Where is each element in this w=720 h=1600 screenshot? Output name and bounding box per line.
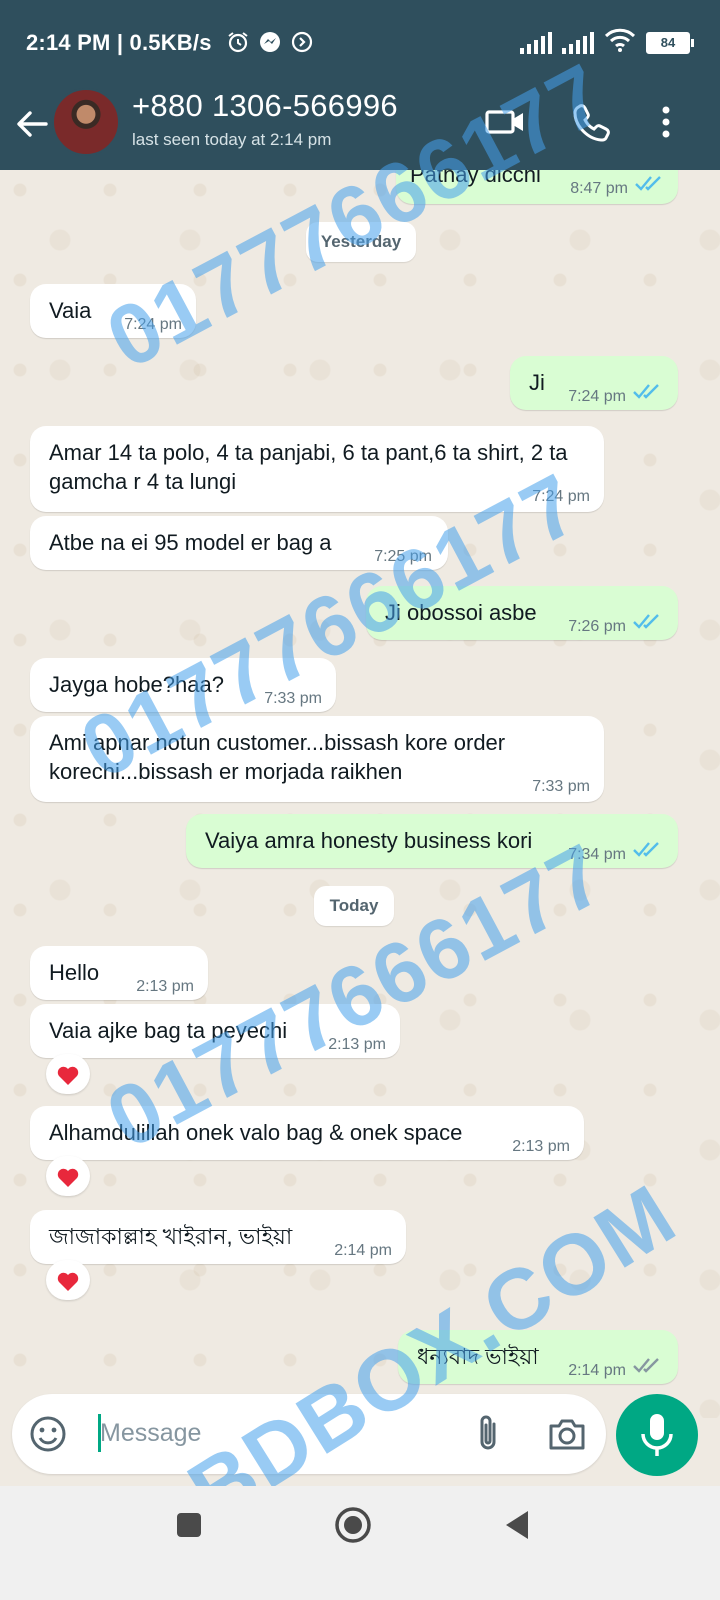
double-check-icon [633, 614, 659, 629]
message-time: 7:34 pm [568, 846, 626, 863]
message-time: 2:14 pm [568, 1362, 626, 1379]
message-input-bar[interactable]: Message [12, 1394, 606, 1474]
heart-reaction[interactable] [46, 1156, 90, 1196]
message-text: Ami apnar notun customer...bissash kore … [49, 730, 506, 784]
message-bubble-incoming[interactable]: Hello 2:13 pm [30, 946, 208, 1000]
message-text: জাজাকাল্লাহ খাইরান, ভাইয়া [49, 1224, 293, 1249]
message-bubble-incoming[interactable]: Amar 14 ta polo, 4 ta panjabi, 6 ta pant… [30, 426, 604, 512]
date-separator-today: Today [314, 886, 394, 926]
camera-icon[interactable] [546, 1414, 588, 1459]
message-text: Jayga hobe?haa? [49, 672, 224, 697]
date-separator-yesterday: Yesterday [306, 222, 416, 262]
mic-icon [641, 1414, 673, 1456]
message-bubble-incoming[interactable]: Atbe na ei 95 model er bag a 7:25 pm [30, 516, 448, 570]
message-time: 2:13 pm [328, 1036, 386, 1053]
last-seen: last seen today at 2:14 pm [132, 130, 332, 149]
message-time: 7:24 pm [532, 488, 590, 505]
message-bubble-incoming[interactable]: Vaia 7:24 pm [30, 284, 196, 338]
message-text: Pathay dicchi [410, 170, 541, 187]
message-text: Alhamdulillah onek valo bag & onek space [49, 1120, 463, 1145]
message-text: Atbe na ei 95 model er bag a [49, 530, 332, 555]
message-text: Vaiya amra honesty business kori [205, 828, 533, 853]
message-bubble-outgoing[interactable]: Vaiya amra honesty business kori 7:34 pm [186, 814, 678, 868]
message-time: 2:14 pm [334, 1242, 392, 1259]
back-button[interactable] [12, 102, 52, 146]
heart-reaction[interactable] [46, 1054, 90, 1094]
mic-button[interactable] [616, 1394, 698, 1476]
wifi-icon [604, 28, 636, 57]
message-time: 7:33 pm [532, 778, 590, 795]
status-bar: 2:14 PM | 0.5KB/s 84 [0, 0, 720, 84]
message-input[interactable]: Message [100, 1419, 201, 1448]
message-text: ধন্যবাদ ভাইয়া [417, 1344, 539, 1369]
status-indicators: 84 [520, 28, 694, 57]
attach-icon[interactable] [468, 1412, 508, 1461]
message-bubble-incoming[interactable]: Vaia ajke bag ta peyechi 2:13 pm [30, 1004, 400, 1058]
nav-home-icon[interactable] [334, 1506, 372, 1549]
double-check-icon [633, 384, 659, 399]
message-time: 7:24 pm [568, 388, 626, 405]
message-bubble-outgoing[interactable]: ধন্যবাদ ভাইয়া 2:14 pm [398, 1330, 678, 1384]
contact-name[interactable]: +880 1306-566996 [132, 88, 398, 124]
alarm-icon [226, 30, 250, 59]
message-bubble-incoming[interactable]: জাজাকাল্লাহ খাইরান, ভাইয়া 2:14 pm [30, 1210, 406, 1264]
video-call-icon[interactable] [484, 100, 528, 144]
message-text: Vaia [49, 298, 92, 323]
message-bubble-incoming[interactable]: Ami apnar notun customer...bissash kore … [30, 716, 604, 802]
nav-back-icon[interactable] [502, 1508, 532, 1547]
signal-icon [562, 31, 594, 54]
phone-icon[interactable] [570, 100, 614, 144]
message-time: 7:24 pm [124, 316, 182, 333]
message-text: Amar 14 ta polo, 4 ta panjabi, 6 ta pant… [49, 440, 568, 494]
avatar[interactable] [52, 88, 120, 156]
message-bubble-outgoing[interactable]: Ji obossoi asbe 7:26 pm [366, 586, 678, 640]
message-time: 7:33 pm [264, 690, 322, 707]
status-time: 2:14 PM | 0.5KB/s [26, 30, 212, 55]
message-text: Ji obossoi asbe [385, 600, 537, 625]
more-options-icon[interactable] [644, 100, 688, 144]
chat-header: +880 1306-566996 last seen today at 2:14… [0, 84, 720, 170]
chat-messages[interactable]: Pathay dicchi 8:47 pm Yesterday Vaia 7:2… [0, 170, 720, 1418]
message-time: 2:13 pm [512, 1138, 570, 1155]
heart-icon [57, 1066, 79, 1085]
heart-icon [57, 1168, 79, 1187]
message-bubble-incoming[interactable]: Jayga hobe?haa? 7:33 pm [30, 658, 336, 712]
data-saver-icon [290, 30, 314, 59]
double-check-icon [635, 176, 661, 191]
double-check-icon [633, 842, 659, 857]
heart-icon [57, 1272, 79, 1291]
message-time: 2:13 pm [136, 978, 194, 995]
message-bubble-outgoing[interactable]: Pathay dicchi 8:47 pm [396, 170, 678, 204]
message-text: Hello [49, 960, 100, 985]
system-navigation-bar [0, 1486, 720, 1600]
messenger-icon [258, 30, 282, 59]
double-check-icon [633, 1358, 659, 1373]
message-text: Vaia ajke bag ta peyechi [49, 1018, 288, 1043]
message-time: 7:25 pm [374, 548, 432, 565]
signal-icon [520, 31, 552, 54]
battery-icon: 84 [646, 31, 694, 54]
emoji-icon[interactable] [28, 1414, 68, 1459]
message-text: Ji [529, 370, 545, 395]
message-time: 8:47 pm [570, 180, 628, 197]
heart-reaction[interactable] [46, 1260, 90, 1300]
message-bubble-outgoing[interactable]: Ji 7:24 pm [510, 356, 678, 410]
nav-recents-icon[interactable] [174, 1510, 204, 1545]
message-bubble-incoming[interactable]: Alhamdulillah onek valo bag & onek space… [30, 1106, 584, 1160]
message-time: 7:26 pm [568, 618, 626, 635]
